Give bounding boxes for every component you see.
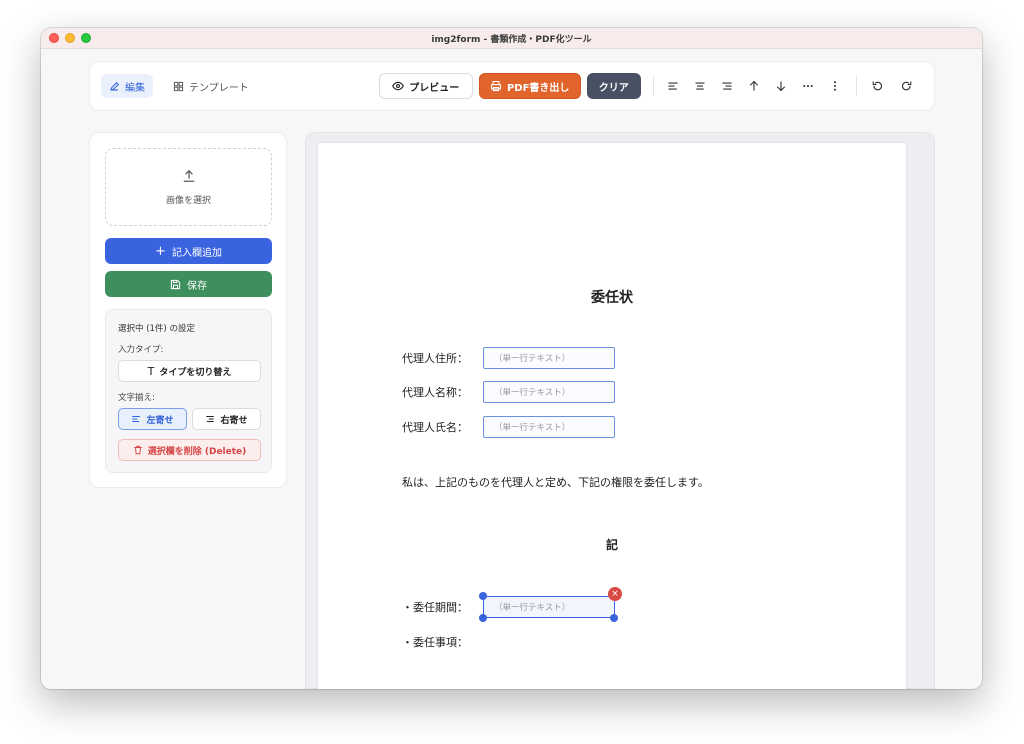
arrow-down-icon — [776, 81, 785, 92]
trash-icon — [133, 445, 142, 455]
app-window: img2form - 書類作成・PDF化ツール 編集 テンプレート プレビュー … — [41, 28, 982, 689]
canvas-area[interactable]: 委任状 代理人住所： （単一行テキスト） 代理人名称： （単一行テキスト） 代理… — [305, 132, 935, 689]
align-right-button[interactable] — [718, 77, 736, 95]
save-button[interactable]: 保存 — [105, 271, 272, 297]
more-horizontal-icon — [802, 84, 813, 88]
tab-edit-label: 編集 — [125, 82, 145, 94]
align-left-icon — [668, 82, 678, 90]
toggle-type-button[interactable]: T タイプを切り替え — [118, 360, 261, 382]
document-body-text: 私は、上記のものを代理人と定め、下記の権限を委任します。 — [402, 476, 709, 489]
clear-button[interactable]: クリア — [586, 73, 641, 99]
upload-icon — [183, 169, 194, 182]
printer-icon — [490, 80, 502, 92]
tab-template[interactable]: テンプレート — [165, 74, 257, 98]
resize-handle-bottom-left[interactable] — [479, 614, 487, 622]
redo-button[interactable] — [898, 77, 916, 95]
toolbar-divider — [652, 76, 654, 96]
plus-icon: + — [155, 243, 166, 259]
tab-template-label: テンプレート — [189, 82, 249, 94]
eye-icon — [392, 81, 405, 91]
row-label: ・委任期間： — [402, 601, 468, 614]
redo-icon — [901, 81, 912, 91]
settings-title: 選択中 (1件) の設定 — [118, 324, 195, 334]
image-upload-dropzone[interactable]: 画像を選択 — [105, 148, 272, 226]
row-label: 代理人住所： — [402, 352, 468, 365]
top-toolbar: 編集 テンプレート プレビュー PDF書き出し クリア — [89, 61, 935, 111]
more-vertical-icon — [833, 81, 836, 91]
tab-edit[interactable]: 編集 — [101, 74, 153, 98]
save-label: 保存 — [187, 280, 207, 292]
pdf-export-button[interactable]: PDF書き出し — [478, 73, 581, 99]
delete-field-label: 選択欄を削除 (Delete) — [147, 446, 247, 457]
row-label: ・委任事項： — [402, 636, 468, 649]
input-type-label: 入力タイプ: — [118, 345, 164, 355]
align-center-button[interactable] — [691, 77, 709, 95]
undo-button[interactable] — [868, 77, 886, 95]
arrow-up-icon — [749, 80, 758, 91]
left-sidebar: 画像を選択 + 記入欄追加 保存 選択中 (1件) の設定 入力タイプ: T タ… — [89, 132, 287, 488]
align-right-icon — [722, 82, 732, 90]
form-field[interactable]: （単一行テキスト） — [483, 381, 615, 403]
pencil-icon — [110, 81, 120, 91]
delete-field-badge[interactable]: × — [608, 587, 622, 601]
form-field[interactable]: （単一行テキスト） — [483, 347, 615, 369]
add-field-button[interactable]: + 記入欄追加 — [105, 238, 272, 264]
add-field-label: 記入欄追加 — [171, 247, 222, 259]
pdf-export-label: PDF書き出し — [506, 82, 570, 94]
align-right-icon — [206, 416, 215, 422]
preview-button[interactable]: プレビュー — [378, 73, 473, 99]
preview-button-label: プレビュー — [409, 82, 460, 94]
zoom-window-button[interactable] — [81, 33, 91, 43]
toolbar-divider — [855, 76, 857, 96]
minimize-window-button[interactable] — [65, 33, 75, 43]
undo-icon — [872, 81, 882, 91]
vertical-spacing-button[interactable] — [826, 77, 844, 95]
grid-icon — [173, 81, 184, 91]
document-page[interactable]: 委任状 代理人住所： （単一行テキスト） 代理人名称： （単一行テキスト） 代理… — [318, 143, 906, 689]
upload-label: 画像を選択 — [165, 195, 211, 206]
window-title: img2form - 書類作成・PDF化ツール — [431, 34, 592, 45]
move-up-button[interactable] — [745, 77, 763, 95]
align-label: 文字揃え: — [118, 393, 155, 403]
clear-button-label: クリア — [598, 82, 629, 94]
form-field[interactable]: （単一行テキスト） — [483, 416, 615, 438]
align-left-button[interactable] — [664, 77, 682, 95]
move-down-button[interactable] — [772, 77, 790, 95]
row-label: 代理人氏名： — [402, 421, 468, 434]
section-heading: 記 — [605, 538, 618, 552]
close-window-button[interactable] — [49, 33, 59, 43]
align-right-label: 右寄せ — [220, 415, 248, 426]
title-bar: img2form - 書類作成・PDF化ツール — [41, 28, 982, 49]
align-left-label: 左寄せ — [146, 415, 174, 426]
selected-form-field[interactable]: （単一行テキスト） — [483, 596, 615, 618]
toggle-type-label: タイプを切り替え — [159, 367, 232, 378]
document-title: 委任状 — [591, 290, 633, 306]
text-align-right-button[interactable]: 右寄せ — [192, 408, 261, 430]
text-align-left-button[interactable]: 左寄せ — [118, 408, 187, 430]
align-center-icon — [695, 82, 705, 90]
row-label: 代理人名称： — [402, 386, 468, 399]
horizontal-spacing-button[interactable] — [799, 77, 817, 95]
window-controls — [49, 33, 91, 43]
selection-settings-panel: 選択中 (1件) の設定 入力タイプ: T タイプを切り替え 文字揃え: 左寄せ… — [105, 309, 272, 473]
save-icon — [170, 279, 181, 289]
text-type-icon: T — [147, 364, 155, 378]
resize-handle-bottom-right[interactable] — [610, 614, 618, 622]
align-left-icon — [132, 416, 141, 422]
resize-handle-top-left[interactable] — [479, 592, 487, 600]
delete-field-button[interactable]: 選択欄を削除 (Delete) — [118, 439, 261, 461]
